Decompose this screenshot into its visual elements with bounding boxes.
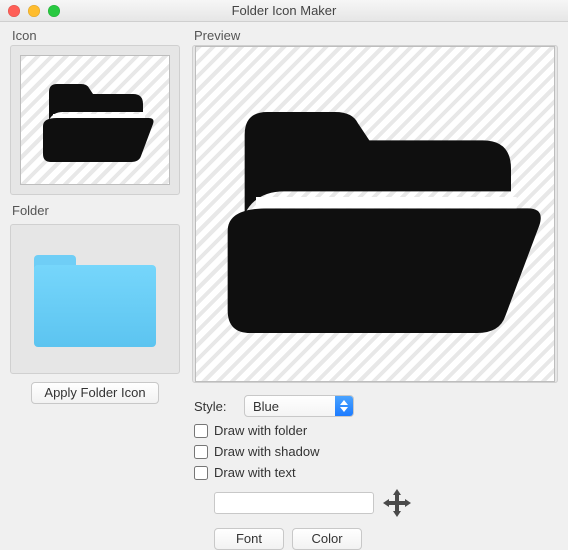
mac-folder-icon bbox=[30, 249, 160, 349]
apply-folder-icon-button[interactable]: Apply Folder Icon bbox=[31, 382, 158, 404]
window-title: Folder Icon Maker bbox=[0, 3, 568, 18]
icon-well[interactable] bbox=[10, 45, 180, 195]
chevron-up-down-icon bbox=[335, 396, 353, 416]
content: Icon Folder bbox=[0, 22, 568, 534]
minimize-icon[interactable] bbox=[28, 5, 40, 17]
folder-well[interactable] bbox=[10, 224, 180, 374]
color-button[interactable]: Color bbox=[292, 528, 362, 550]
icon-section-label: Icon bbox=[10, 28, 180, 43]
draw-with-folder-row[interactable]: Draw with folder bbox=[194, 423, 558, 438]
open-folder-icon bbox=[35, 70, 155, 170]
draw-with-text-row[interactable]: Draw with text bbox=[194, 465, 558, 480]
draw-with-shadow-row[interactable]: Draw with shadow bbox=[194, 444, 558, 459]
controls: Style: Blue Draw with folder Draw with s… bbox=[192, 395, 558, 550]
draw-with-text-checkbox[interactable] bbox=[194, 466, 208, 480]
folder-text-input[interactable] bbox=[214, 492, 374, 514]
preview-well[interactable] bbox=[192, 45, 558, 383]
style-popup-label: Blue bbox=[245, 399, 335, 414]
style-label: Style: bbox=[194, 399, 236, 414]
move-icon[interactable] bbox=[382, 488, 412, 518]
zoom-icon[interactable] bbox=[48, 5, 60, 17]
right-column: Preview Style: Blue bbox=[192, 28, 558, 524]
preview-section-label: Preview bbox=[192, 28, 558, 43]
icon-hatched-bg bbox=[20, 55, 170, 185]
draw-with-shadow-label: Draw with shadow bbox=[214, 444, 320, 459]
open-folder-icon bbox=[205, 64, 545, 364]
font-button[interactable]: Font bbox=[214, 528, 284, 550]
left-column: Icon Folder bbox=[10, 28, 180, 524]
text-input-row bbox=[214, 488, 558, 518]
titlebar: Folder Icon Maker bbox=[0, 0, 568, 22]
style-row: Style: Blue bbox=[194, 395, 558, 417]
close-icon[interactable] bbox=[8, 5, 20, 17]
draw-with-folder-checkbox[interactable] bbox=[194, 424, 208, 438]
folder-section-label: Folder bbox=[10, 203, 180, 218]
draw-with-shadow-checkbox[interactable] bbox=[194, 445, 208, 459]
style-popup[interactable]: Blue bbox=[244, 395, 354, 417]
font-color-row: Font Color bbox=[214, 528, 558, 550]
window-controls bbox=[0, 5, 60, 17]
draw-with-text-label: Draw with text bbox=[214, 465, 296, 480]
draw-with-folder-label: Draw with folder bbox=[214, 423, 307, 438]
preview-hatched-bg bbox=[195, 46, 555, 382]
